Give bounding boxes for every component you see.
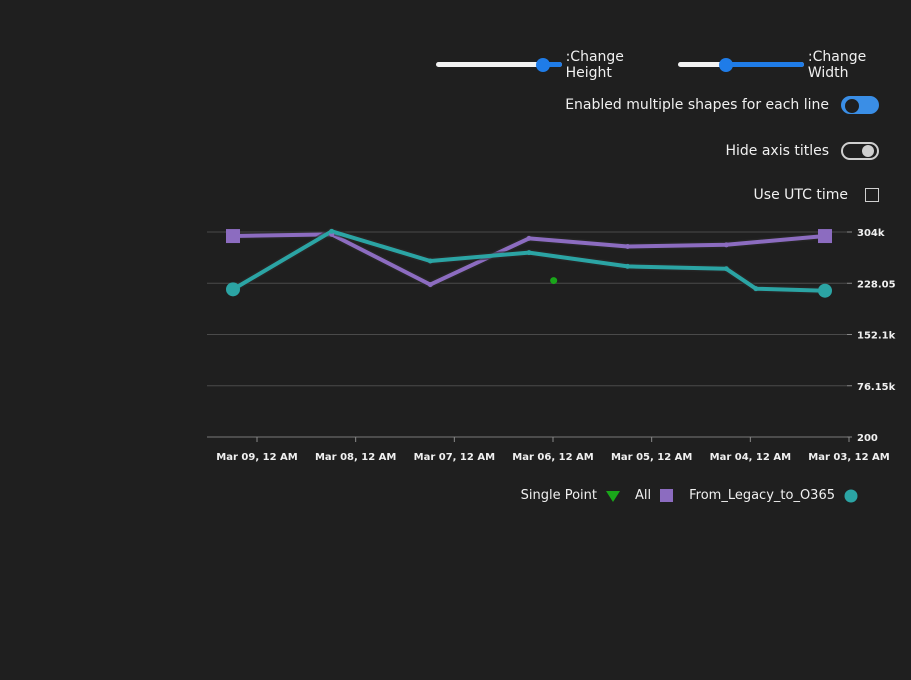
x-tick-label: Mar 04, 12 AM: [710, 452, 791, 463]
utc-label: Use UTC time: [753, 187, 848, 203]
width-slider-fill: [726, 62, 804, 67]
multi-shapes-toggle[interactable]: [841, 96, 879, 114]
hide-titles-toggle[interactable]: [841, 142, 879, 160]
utc-row: Use UTC time: [754, 187, 879, 203]
width-slider-thumb[interactable]: [719, 58, 734, 72]
y-tick-label: 200: [857, 433, 878, 444]
series-all-point: [427, 282, 433, 288]
x-tick-label: Mar 06, 12 AM: [512, 452, 593, 463]
circle-icon: [844, 489, 858, 502]
x-tick-label: Mar 07, 12 AM: [414, 452, 495, 463]
y-tick-label: 228.05: [857, 279, 896, 290]
x-tick-label: Mar 09, 12 AM: [216, 452, 297, 463]
width-slider-label: :Change Width: [807, 49, 867, 81]
y-tick-label: 304k: [857, 228, 885, 239]
series-legacy-end-marker: [226, 282, 240, 297]
series-legacy-point: [427, 258, 433, 264]
width-slider[interactable]: [678, 56, 804, 74]
legend-label: Single Point: [520, 488, 597, 503]
multi-shapes-row: Enabled multiple shapes for each line: [565, 96, 879, 114]
slider-row: :Change Height :Change Width: [436, 49, 911, 81]
utc-checkbox[interactable]: [865, 188, 879, 202]
multi-shapes-toggle-knob: [845, 99, 859, 113]
series-all-end-marker: [226, 229, 240, 244]
hide-titles-label: Hide axis titles: [725, 143, 829, 159]
series-all-point: [625, 244, 631, 250]
series-all-point: [723, 242, 729, 248]
single-point-marker: [550, 277, 558, 285]
legend-label: All: [634, 488, 652, 503]
series-legacy-point: [723, 266, 729, 272]
legend-item[interactable]: From_Legacy_to_O365: [689, 488, 859, 503]
height-slider[interactable]: [436, 56, 562, 74]
x-tick-label: Mar 03, 12 AM: [808, 452, 889, 463]
series-legacy-point: [329, 228, 335, 234]
legend-label: From_Legacy_to_O365: [689, 488, 835, 503]
height-slider-label: :Change Height: [565, 49, 624, 81]
hide-titles-toggle-knob: [862, 145, 874, 157]
series-all-end-marker: [818, 229, 832, 244]
height-slider-thumb[interactable]: [536, 58, 551, 72]
x-tick-label: Mar 05, 12 AM: [611, 452, 692, 463]
legend-item[interactable]: All: [635, 488, 675, 503]
line-chart: 304k 228.05 152.1k 76.15k 200 Mar 09, 12 AM Ma…: [207, 227, 896, 463]
triangle-down-icon: [605, 490, 620, 502]
series-legacy-point: [753, 286, 759, 292]
multi-shapes-label: Enabled multiple shapes for each line: [565, 97, 829, 113]
x-tick-label: Mar 08, 12 AM: [315, 452, 396, 463]
y-tick-label: 152.1k: [857, 331, 896, 342]
series-legacy-end-marker: [818, 283, 832, 298]
legend-item[interactable]: Single Point: [521, 488, 621, 503]
series-all-point: [526, 235, 532, 241]
hide-titles-row: Hide axis titles: [725, 142, 879, 160]
series-legacy-point: [625, 263, 631, 269]
square-icon: [660, 488, 674, 502]
y-tick-label: 76.15k: [857, 382, 896, 393]
series-legacy-point: [526, 250, 532, 256]
chart-legend: Single Point All From_Legacy_to_O365: [521, 488, 873, 503]
